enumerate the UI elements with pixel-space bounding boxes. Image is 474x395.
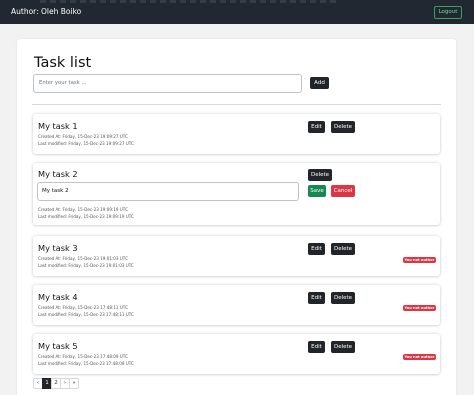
author-brand: Author: Oleh Boiko xyxy=(11,7,82,16)
delete-button[interactable]: Delete xyxy=(331,292,355,304)
last-modified: Last modified: Friday, 15-Dec-23 17:48:0… xyxy=(38,361,134,366)
task-title: My task 1 xyxy=(38,121,78,131)
new-task-input[interactable]: Enter your task ... xyxy=(33,74,302,93)
task-title: My task 4 xyxy=(38,292,78,302)
task-card-2: My task 2 My task 2 Created At: Friday, … xyxy=(33,163,440,225)
pagination: ‹ 1 2 › » xyxy=(33,378,79,389)
delete-button[interactable]: Delete xyxy=(308,169,332,181)
created-at: Created At: Friday, 15-Dec-23 19:09:27 U… xyxy=(38,134,128,139)
cancel-button[interactable]: Cancel xyxy=(331,185,355,197)
delete-button[interactable]: Delete xyxy=(331,341,355,353)
task-card-1: My task 1 Created At: Friday, 15-Dec-23 … xyxy=(33,114,440,154)
edit-button[interactable]: Edit xyxy=(308,121,325,133)
page-title: Task list xyxy=(34,55,92,71)
last-modified: Last modified: Friday, 15-Dec-23 19:09:1… xyxy=(38,214,134,219)
not-author-badge: You not author xyxy=(403,305,436,311)
last-modified: Last modified: Friday, 15-Dec-23 19:01:0… xyxy=(38,263,134,268)
not-author-badge: You not author xyxy=(403,354,436,360)
created-at: Created At: Friday, 15-Dec-23 17:48:11 U… xyxy=(38,305,128,310)
edit-button[interactable]: Edit xyxy=(308,243,325,255)
not-author-badge: You not author xyxy=(403,257,436,263)
task-card-4: My task 4 Created At: Friday, 15-Dec-23 … xyxy=(33,285,440,325)
pagination-last-button[interactable]: » xyxy=(69,378,79,389)
task-edit-input[interactable]: My task 2 xyxy=(37,182,299,201)
logout-button[interactable]: Logout xyxy=(434,6,462,19)
created-at: Created At: Friday, 15-Dec-23 19:01:03 U… xyxy=(38,256,128,261)
task-title: My task 3 xyxy=(38,243,78,253)
divider xyxy=(32,104,441,105)
task-title: My task 2 xyxy=(38,169,78,179)
add-button[interactable]: Add xyxy=(310,77,329,89)
created-at: Created At: Friday, 15-Dec-23 19:09:19 U… xyxy=(38,207,128,212)
task-title: My task 5 xyxy=(38,341,78,351)
top-navbar: Author: Oleh Boiko Logout xyxy=(0,0,474,24)
edit-button[interactable]: Edit xyxy=(308,341,325,353)
task-card-5: My task 5 Created At: Friday, 15-Dec-23 … xyxy=(33,334,440,374)
last-modified: Last modified: Friday, 15-Dec-23 19:09:2… xyxy=(38,141,134,146)
last-modified: Last modified: Friday, 15-Dec-23 17:48:1… xyxy=(38,312,134,317)
edit-button[interactable]: Edit xyxy=(308,292,325,304)
delete-button[interactable]: Delete xyxy=(331,243,355,255)
navbar-decoration xyxy=(40,0,340,3)
delete-button[interactable]: Delete xyxy=(331,121,355,133)
created-at: Created At: Friday, 15-Dec-23 17:48:09 U… xyxy=(38,354,128,359)
save-button[interactable]: Save xyxy=(308,185,326,197)
task-card-3: My task 3 Created At: Friday, 15-Dec-23 … xyxy=(33,236,440,276)
